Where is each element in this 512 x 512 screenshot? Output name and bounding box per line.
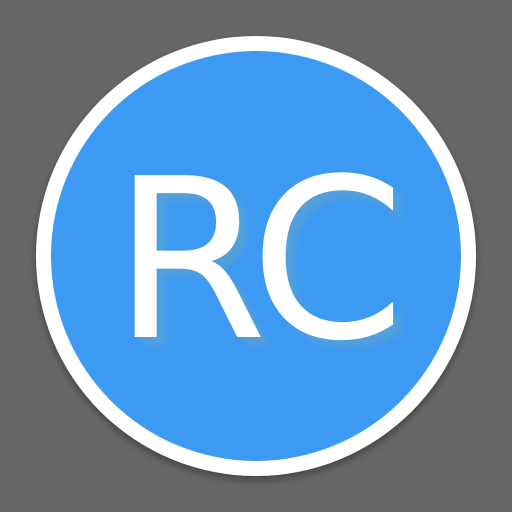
- logo-text: RC: [113, 132, 399, 390]
- rc-logo-icon: RC: [0, 0, 512, 512]
- app-icon-canvas: RC: [0, 0, 512, 512]
